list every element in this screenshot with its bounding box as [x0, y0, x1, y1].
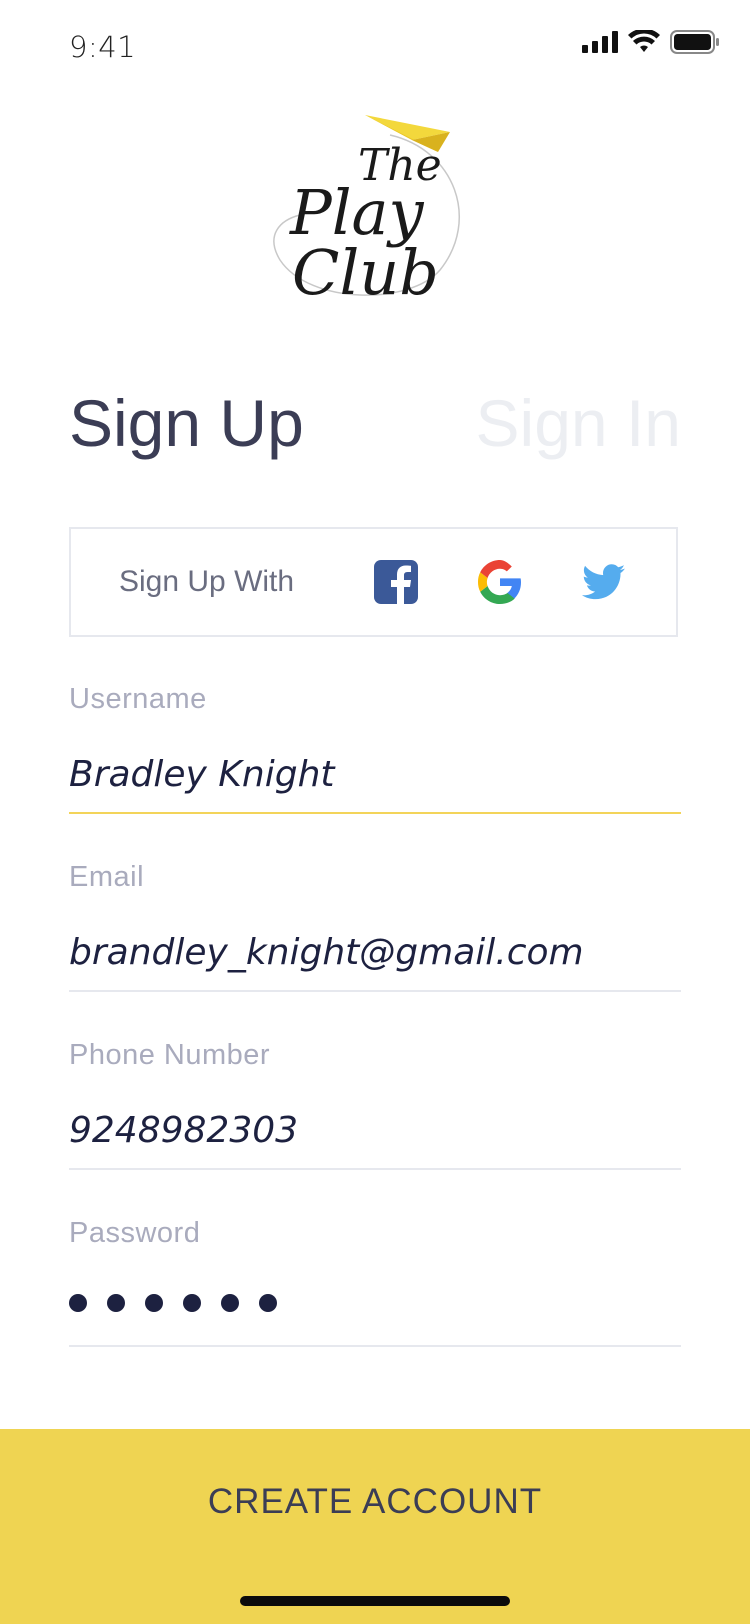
phone-field-group: Phone Number 9248982303	[69, 1039, 681, 1151]
status-icons	[582, 28, 720, 59]
battery-icon	[670, 30, 720, 59]
tab-sign-in[interactable]: Sign In	[476, 385, 681, 461]
google-icon[interactable]	[477, 559, 523, 605]
username-input[interactable]: Bradley Knight	[69, 754, 681, 795]
status-bar: 9:41	[0, 0, 750, 100]
password-dot	[183, 1294, 201, 1312]
twitter-icon[interactable]	[581, 559, 627, 605]
password-dot	[221, 1294, 239, 1312]
password-dot	[145, 1294, 163, 1312]
tab-sign-up[interactable]: Sign Up	[69, 385, 304, 461]
email-field-group: Email brandley_knight@gmail.com	[69, 861, 681, 973]
phone-underline	[69, 1168, 681, 1170]
facebook-icon[interactable]	[373, 559, 419, 605]
password-label: Password	[69, 1217, 201, 1249]
auth-tabs: Sign Up Sign In	[69, 385, 681, 465]
home-indicator	[240, 1596, 510, 1606]
phone-input[interactable]: 9248982303	[69, 1110, 681, 1151]
username-field-group: Username Bradley Knight	[69, 683, 681, 795]
password-dot	[107, 1294, 125, 1312]
create-account-label: CREATE ACCOUNT	[207, 1482, 543, 1521]
social-signup-box: Sign Up With	[69, 527, 678, 637]
app-logo: The Play Club	[270, 110, 490, 320]
cellular-signal-icon	[582, 31, 618, 58]
email-underline	[69, 990, 681, 992]
password-dot	[259, 1294, 277, 1312]
password-dot	[69, 1294, 87, 1312]
social-signup-label: Sign Up With	[119, 565, 295, 598]
username-label: Username	[69, 683, 207, 715]
password-underline	[69, 1345, 681, 1347]
create-account-button[interactable]: CREATE ACCOUNT	[0, 1429, 750, 1624]
email-label: Email	[69, 861, 145, 893]
password-field-group: Password	[69, 1217, 681, 1312]
phone-label: Phone Number	[69, 1039, 271, 1071]
wifi-icon	[628, 28, 660, 59]
logo-text-club: Club	[292, 236, 439, 309]
username-underline	[69, 812, 681, 814]
status-time: 9:41	[69, 30, 137, 64]
password-input[interactable]	[69, 1294, 681, 1312]
email-input[interactable]: brandley_knight@gmail.com	[69, 932, 681, 973]
